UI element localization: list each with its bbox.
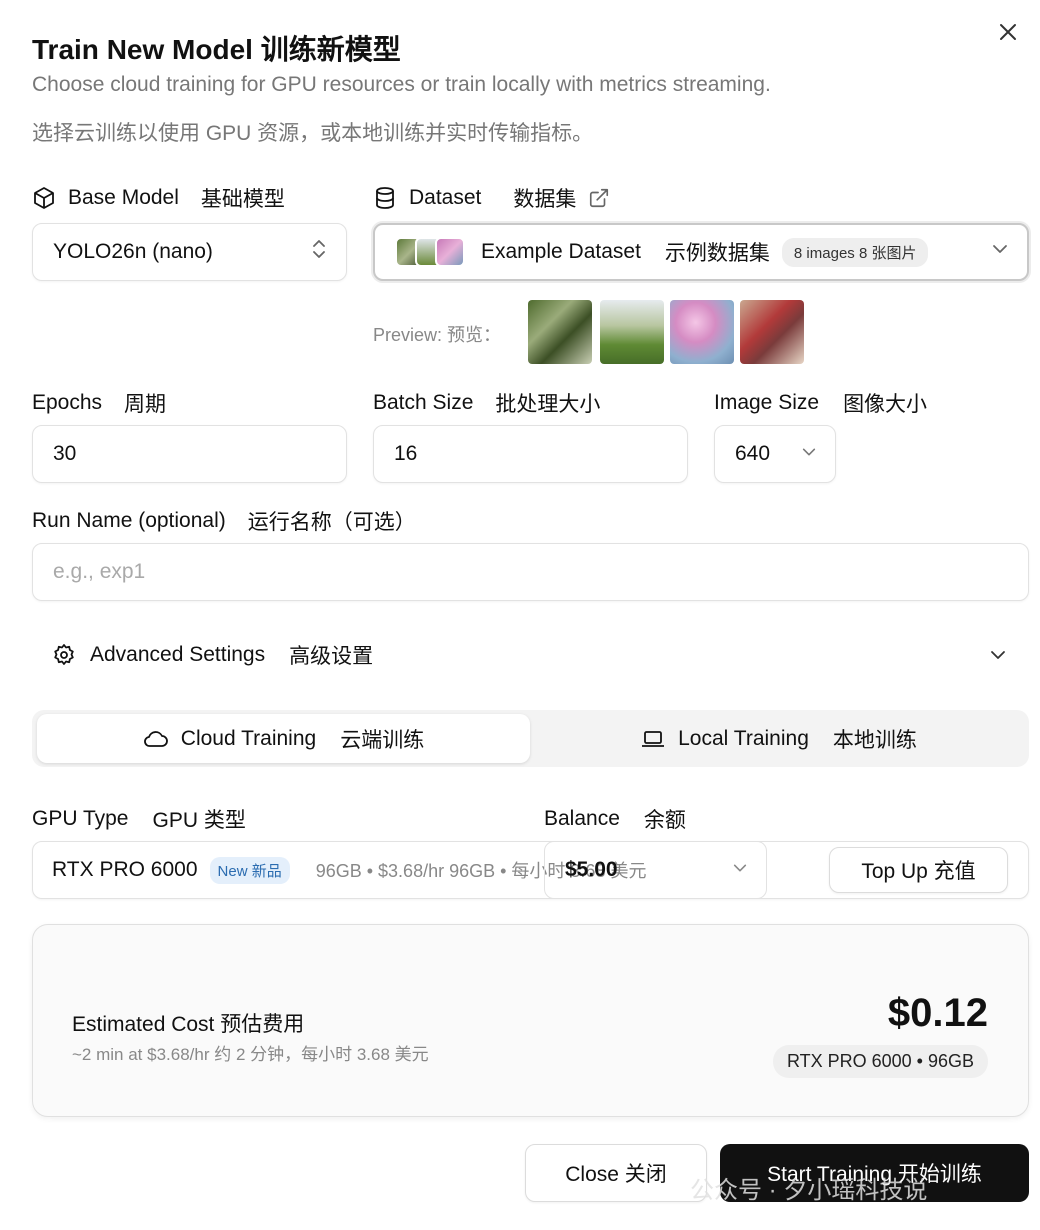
gear-icon [52,643,76,667]
tab-local-label-zh: 本地训练 [832,728,917,752]
balance-label-zh: 余额 [643,809,686,832]
dataset-value-zh: 示例数据集 [664,242,770,265]
image-size-select[interactable]: 640 [714,425,836,483]
cloud-icon [143,728,169,750]
base-model-label-zh: 基础模型 [200,188,285,211]
gpu-type-label-en: GPU Type [32,807,129,830]
run-name-placeholder: e.g., exp1 [53,560,146,583]
balance-value: $5.00 [565,858,618,881]
tab-cloud-label-zh: 云端训练 [340,728,425,752]
laptop-icon [640,728,666,750]
preview-image-1[interactable] [528,300,592,364]
dataset-label-zh: 数据集 [513,188,577,211]
preview-image-4[interactable] [740,300,804,364]
dataset-thumbs [395,237,467,267]
image-size-label-zh: 图像大小 [843,393,928,416]
run-name-label: Run Name (optional) 运行名称（可选） [32,506,416,536]
gpu-type-label-zh: GPU 类型 [152,809,246,832]
epochs-label: Epochs 周期 [32,388,166,418]
external-link-icon[interactable] [588,187,610,209]
chevron-down-icon [732,858,748,882]
balance-display: $5.00 [544,841,767,899]
epochs-label-en: Epochs [32,391,103,414]
dataset-label: Dataset 数据集 [373,183,610,213]
advanced-settings-label-zh: 高级设置 [289,645,374,668]
image-size-value: 640 [735,442,771,465]
base-model-value: YOLO26n (nano) [53,240,213,263]
dataset-value-en: Example Dataset [481,240,641,263]
preview-image-3[interactable] [670,300,734,364]
training-mode-tabs: Cloud Training 云端训练 Local Training 本地训练 [32,710,1029,767]
gpu-type-value: RTX PRO 6000 [52,858,198,881]
gpu-summary-badge: RTX PRO 6000 • 96GB [772,1045,988,1078]
close-button[interactable]: Close 关闭 [525,1144,707,1202]
tab-local-training[interactable]: Local Training 本地训练 [532,714,1025,763]
balance-label: Balance 余额 [544,804,686,834]
database-icon [373,186,397,210]
chevron-down-icon [989,646,1007,664]
chevron-down-icon [801,442,817,466]
cube-icon [32,186,56,210]
batch-size-label-en: Batch Size [373,391,474,414]
dialog-subtitle-en: Choose cloud training for GPU resources … [32,73,771,96]
dataset-select[interactable]: Example Dataset 示例数据集 8 images 8 张图片 [373,223,1029,281]
batch-size-value: 16 [394,442,418,465]
start-training-button[interactable]: Start Training 开始训练 [720,1144,1029,1202]
image-size-label: Image Size 图像大小 [714,388,927,418]
image-size-label-en: Image Size [714,391,820,414]
dataset-count-badge: 8 images 8 张图片 [781,237,929,267]
chevron-down-icon [991,240,1009,264]
gpu-type-label: GPU Type GPU 类型 [32,804,246,834]
base-model-select[interactable]: YOLO26n (nano) [32,223,347,281]
balance-label-en: Balance [544,807,620,830]
epochs-label-zh: 周期 [124,393,167,416]
tab-cloud-label-en: Cloud Training [180,726,317,750]
run-name-label-en: Run Name (optional) [32,509,226,532]
batch-size-label-zh: 批处理大小 [495,393,601,416]
batch-size-input[interactable]: 16 [373,425,688,483]
base-model-label-en: Base Model [68,186,179,209]
batch-size-label: Batch Size 批处理大小 [373,388,600,418]
top-up-button[interactable]: Top Up 充值 [829,847,1008,893]
chevron-up-down-icon [310,238,328,266]
run-name-input[interactable]: e.g., exp1 [32,543,1029,601]
run-name-label-zh: 运行名称（可选） [247,511,416,534]
tab-local-label-en: Local Training [678,726,809,750]
dialog-subtitle-zh: 选择云训练以使用 GPU 资源，或本地训练并实时传输指标。 [32,122,594,145]
epochs-value: 30 [53,442,77,465]
estimated-cost-detail: ~2 min at $3.68/hr 约 2 分钟，每小时 3.68 美元 [72,1045,429,1064]
dataset-label-en: Dataset [409,186,482,209]
advanced-settings-toggle[interactable]: Advanced Settings 高级设置 [32,625,1029,685]
close-icon[interactable] [996,20,1020,44]
dialog-title: Train New Model 训练新模型 [32,34,401,65]
base-model-label: Base Model 基础模型 [32,183,285,213]
preview-label: Preview: 预览： [373,325,502,345]
new-badge: New 新品 [209,856,290,884]
advanced-settings-label-en: Advanced Settings [90,643,266,666]
estimated-cost-amount: $0.12 [887,991,988,1035]
epochs-input[interactable]: 30 [32,425,347,483]
estimated-cost-label: Estimated Cost 预估费用 [72,1013,305,1036]
tab-cloud-training[interactable]: Cloud Training 云端训练 [37,714,530,763]
preview-image-2[interactable] [600,300,664,364]
estimated-cost-card: Estimated Cost 预估费用 ~2 min at $3.68/hr 约… [32,924,1029,1117]
